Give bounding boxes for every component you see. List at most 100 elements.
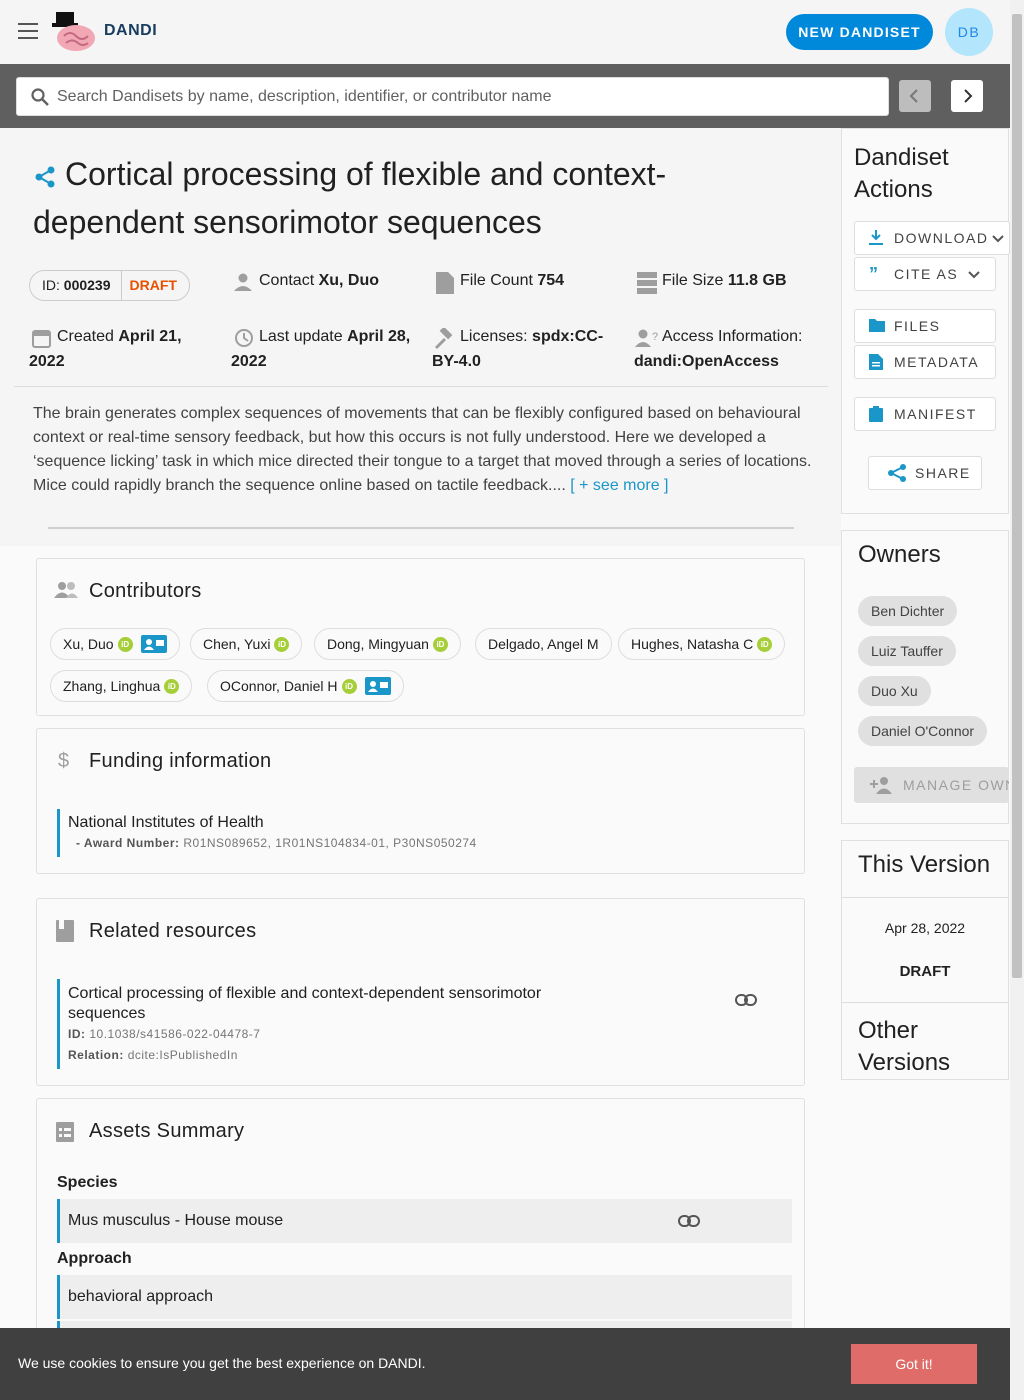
share-icon: [888, 464, 906, 482]
owner-chip[interactable]: Ben Dichter: [858, 596, 958, 626]
owner-chip[interactable]: Duo Xu: [858, 676, 931, 706]
award-line: - Award Number: R01NS089652, 1R01NS10483…: [76, 836, 477, 850]
header-divider: [14, 386, 828, 387]
orcid-icon[interactable]: iD: [274, 636, 290, 652]
book-icon: [56, 920, 74, 942]
owners-title: Owners: [858, 541, 941, 568]
other-versions-title: Other Versions: [858, 1017, 951, 1076]
orcid-icon[interactable]: iD: [757, 636, 773, 652]
description-divider: [48, 527, 794, 529]
contact-card-icon[interactable]: [364, 677, 391, 695]
next-page-button[interactable]: [951, 80, 983, 112]
document-icon: [869, 354, 883, 370]
license-meta: Licenses: spdx:CC-BY-4.0: [432, 328, 604, 370]
brand-name[interactable]: DANDI: [104, 22, 157, 40]
clipboard-icon: [869, 406, 883, 422]
contributors-title: Contributors: [89, 580, 202, 602]
add-person-icon: [870, 777, 892, 794]
id-label: ID:: [42, 277, 60, 293]
status-badge: DRAFT: [120, 271, 177, 300]
search-placeholder: Search Dandisets by name, description, i…: [57, 88, 552, 105]
related-title: Related resources: [89, 920, 257, 942]
dollar-icon: $: [58, 750, 70, 772]
contributor-chip[interactable]: Dong, Mingyuan iD: [314, 628, 461, 660]
approach-row: behavioral approach: [57, 1275, 792, 1319]
search-icon: [31, 88, 49, 106]
contact-card-icon[interactable]: [140, 635, 167, 653]
dandi-logo-icon[interactable]: [52, 10, 98, 54]
new-dandiset-button[interactable]: NEW DANDISET: [786, 14, 933, 50]
manifest-button[interactable]: MANIFEST: [854, 397, 996, 431]
see-more-link[interactable]: [ + see more ]: [570, 477, 668, 494]
chevron-left-icon: [909, 89, 918, 103]
contributor-chip[interactable]: Chen, Yuxi iD: [190, 628, 303, 660]
download-button[interactable]: DOWNLOAD: [854, 221, 1010, 255]
contact-meta: Contact Xu, Duo: [259, 272, 380, 289]
funding-title: Funding information: [89, 750, 272, 772]
search-input[interactable]: Search Dandisets by name, description, i…: [16, 77, 889, 116]
contact-name[interactable]: Xu, Duo: [319, 272, 379, 289]
metadata-button[interactable]: METADATA: [854, 345, 996, 379]
app-bar: DANDI NEW DANDISET DB: [0, 0, 1010, 64]
clipboard-list-icon: [56, 1120, 74, 1142]
resource-relation: Relation: dcite:IsPublishedIn: [68, 1048, 238, 1062]
id-badge: ID: 000239 DRAFT: [29, 270, 190, 301]
accept-cookies-button[interactable]: Got it!: [851, 1344, 977, 1384]
page-title: Cortical processing of flexible and cont…: [33, 156, 667, 240]
access-meta: Access Information: dandi:OpenAccess: [634, 328, 803, 370]
user-avatar[interactable]: DB: [945, 8, 993, 56]
contributor-chip[interactable]: Xu, Duo iD: [50, 628, 180, 660]
person-icon: [233, 272, 253, 292]
version-divider: [842, 897, 1008, 898]
download-icon: [869, 230, 883, 245]
manage-owners-label: MANAGE OWN: [903, 777, 1009, 793]
owner-chip[interactable]: Daniel O'Connor: [858, 716, 988, 746]
folder-icon: [869, 319, 885, 332]
orcid-icon[interactable]: iD: [117, 636, 133, 652]
menu-icon[interactable]: [18, 23, 38, 39]
scrollbar-thumb[interactable]: [1012, 14, 1022, 978]
actions-title: Dandiset Actions: [854, 144, 949, 203]
orcid-icon[interactable]: iD: [164, 678, 180, 694]
description: The brain generates complex sequences of…: [33, 405, 812, 494]
storage-icon: [637, 272, 657, 294]
contributor-chip[interactable]: OConnor, Daniel HiD: [207, 670, 404, 702]
file-size-meta: File Size 11.8 GB: [662, 272, 787, 289]
contributor-chip[interactable]: Hughes, Natasha CiD: [618, 628, 786, 660]
chevron-down-icon: [992, 235, 1004, 243]
file-count-meta: File Count 754: [460, 272, 565, 289]
resource-id: ID: 10.1038/s41586-022-04478-7: [68, 1027, 261, 1041]
updated-meta: Last update April 28, 2022: [231, 328, 411, 370]
assets-title: Assets Summary: [89, 1120, 245, 1142]
contributor-chip[interactable]: Delgado, Angel M: [475, 628, 612, 660]
link-icon[interactable]: [735, 992, 757, 1008]
version-name[interactable]: DRAFT: [842, 963, 1008, 980]
people-icon: [54, 581, 78, 599]
version-divider: [842, 1002, 1008, 1003]
cite-as-button[interactable]: ” CITE AS: [854, 257, 996, 291]
cookie-text: We use cookies to ensure you get the bes…: [18, 1355, 426, 1371]
owner-chip[interactable]: Luiz Tauffer: [858, 636, 956, 666]
previous-page-button[interactable]: [899, 80, 931, 112]
created-meta: Created April 21, 2022: [29, 328, 182, 370]
accent-bar: [57, 809, 60, 857]
quote-icon: ”: [869, 264, 880, 284]
species-label: Species: [57, 1174, 118, 1191]
files-button[interactable]: FILES: [854, 309, 996, 343]
contributor-chip[interactable]: Zhang, Linghua iD: [50, 670, 193, 702]
orcid-icon[interactable]: iD: [341, 678, 357, 694]
file-icon: [436, 272, 454, 294]
version-date[interactable]: Apr 28, 2022: [842, 920, 1008, 936]
chevron-down-icon: [968, 271, 980, 279]
orcid-icon[interactable]: iD: [432, 636, 448, 652]
approach-label: Approach: [57, 1250, 132, 1267]
funding-org: National Institutes of Health: [68, 814, 264, 831]
manage-owners-button[interactable]: MANAGE OWN: [854, 767, 1009, 803]
link-icon[interactable]: [678, 1213, 700, 1229]
version-title: This Version: [858, 851, 991, 878]
share-button[interactable]: SHARE: [868, 456, 982, 490]
accent-bar: [57, 979, 60, 1069]
chevron-right-icon: [964, 89, 973, 103]
dandiset-id: 000239: [63, 277, 111, 293]
resource-name: Cortical processing of flexible and cont…: [68, 985, 542, 1022]
